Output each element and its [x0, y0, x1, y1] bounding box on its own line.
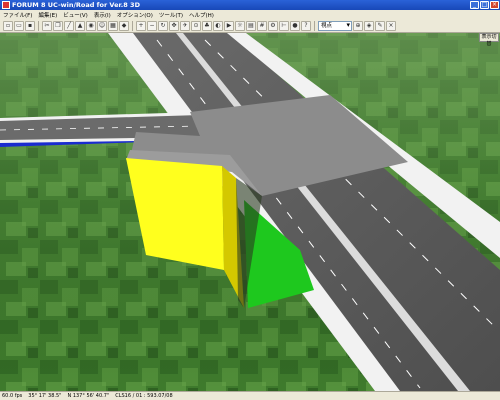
menu-view[interactable]: ビュー(V) [63, 11, 88, 19]
menu-bar: ファイル(F) 編集(E) ビュー(V) 表示(I) オプション(O) ツール(… [0, 10, 500, 19]
app-icon [2, 1, 10, 9]
drive-icon[interactable]: ⊙ [191, 20, 201, 31]
zoom-out-icon[interactable]: − [147, 20, 157, 31]
longitude-readout: N 137° 56' 40.7" [67, 393, 110, 399]
status-bar: 60.0 fps 35° 17' 38.5" N 137° 56' 40.7" … [0, 391, 500, 400]
toolbar-divider [38, 20, 39, 31]
view-select[interactable]: 視点 [318, 20, 352, 31]
viewpoint-delete-icon[interactable]: × [386, 20, 396, 31]
fps-readout: 60.0 fps [2, 393, 23, 399]
person-icon[interactable]: ☺ [97, 20, 107, 31]
viewpoint-shield-icon[interactable]: ◈ [364, 20, 374, 31]
camera-icon[interactable]: ◉ [86, 20, 96, 31]
close-button[interactable]: × [490, 1, 499, 9]
toolbar-divider [314, 20, 315, 31]
viewpoint-edit-icon[interactable]: ✎ [375, 20, 385, 31]
menu-edit[interactable]: 編集(E) [38, 11, 57, 19]
record-icon[interactable]: ● [290, 20, 300, 31]
road-scene [0, 33, 500, 391]
copy-icon[interactable]: ❐ [53, 20, 63, 31]
settings-icon[interactable]: ⚙ [268, 20, 278, 31]
help-icon[interactable]: ? [301, 20, 311, 31]
traffic-icon[interactable]: ▶ [224, 20, 234, 31]
new-file-icon[interactable]: ▫ [3, 20, 13, 31]
latitude-readout: 35° 17' 38.5" [28, 393, 62, 399]
title-bar: FORUM 8 UC-win/Road for Ver.8 3D _ □ × [0, 0, 500, 10]
rotate-icon[interactable]: ↻ [158, 20, 168, 31]
zoom-in-icon[interactable]: + [136, 20, 146, 31]
fly-icon[interactable]: ✈ [180, 20, 190, 31]
menu-options[interactable]: オプション(O) [117, 11, 153, 19]
move-icon[interactable]: ✥ [169, 20, 179, 31]
menu-display[interactable]: 表示(I) [94, 11, 111, 19]
road-edit-icon[interactable]: ╱ [64, 20, 74, 31]
weather-icon[interactable]: ☼ [235, 20, 245, 31]
model-icon[interactable]: ◆ [119, 20, 129, 31]
menu-help[interactable]: ヘルプ(H) [189, 11, 214, 19]
window-controls: _ □ × [470, 1, 499, 9]
window-title: FORUM 8 UC-win/Road for Ver.8 3D [12, 1, 140, 9]
map-icon[interactable]: ▤ [246, 20, 256, 31]
save-icon[interactable]: ▪ [25, 20, 35, 31]
toolbar-divider [132, 20, 133, 31]
minimize-button[interactable]: _ [470, 1, 479, 9]
cut-icon[interactable]: ✂ [42, 20, 52, 31]
viewpoint-add-icon[interactable]: ⊕ [353, 20, 363, 31]
3d-viewport[interactable] [0, 33, 500, 391]
measure-icon[interactable]: ⊢ [279, 20, 289, 31]
image-icon[interactable]: ▦ [108, 20, 118, 31]
toolbar: ▫ ▭ ▪ ✂ ❐ ╱ ▲ ◉ ☺ ▦ ◆ + − ↻ ✥ ✈ ⊙ ♣ ◐ ▶ … [0, 19, 500, 33]
grid-icon[interactable]: # [257, 20, 267, 31]
signal-icon[interactable]: ◐ [213, 20, 223, 31]
scale-readout: CLS16 / 01 : 593.07/08 [115, 393, 173, 399]
open-folder-icon[interactable]: ▭ [14, 20, 24, 31]
tree-icon[interactable]: ♣ [202, 20, 212, 31]
display-toggle-panel[interactable]: 表示切替 [479, 33, 499, 47]
terrain-icon[interactable]: ▲ [75, 20, 85, 31]
maximize-button[interactable]: □ [480, 1, 489, 9]
menu-tools[interactable]: ツール(T) [159, 11, 183, 19]
menu-file[interactable]: ファイル(F) [3, 11, 32, 19]
